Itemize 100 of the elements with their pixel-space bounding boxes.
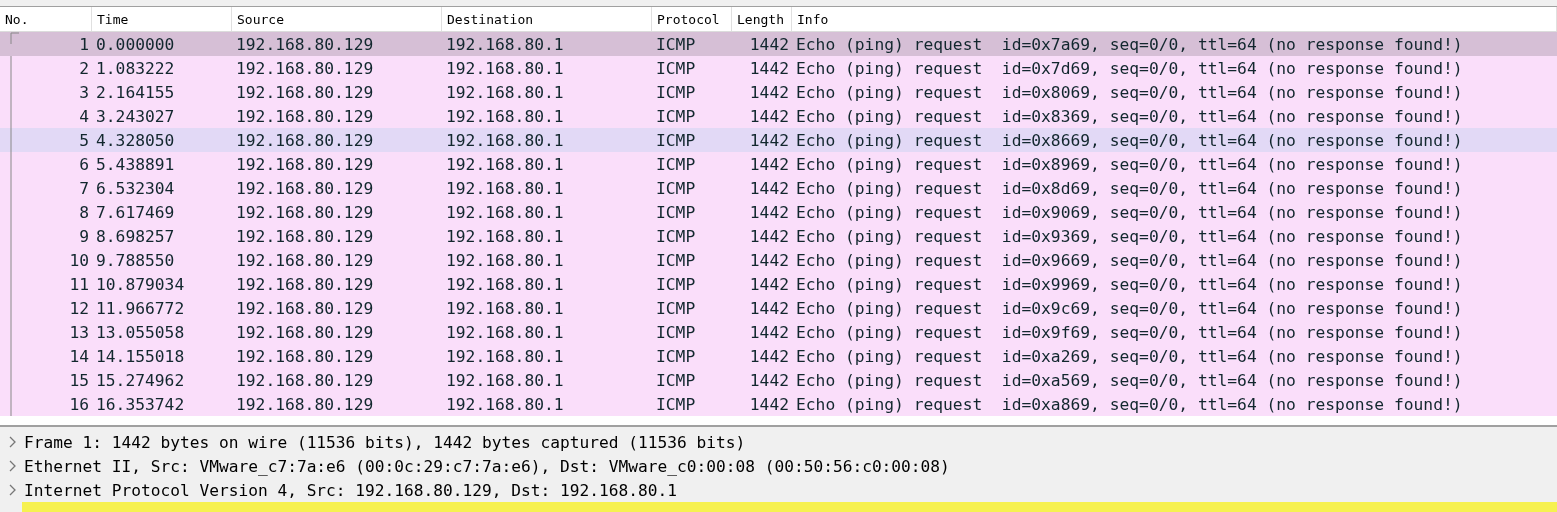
table-cell-text: 192.168.80.129 (235, 153, 375, 176)
table-cell-text: 192.168.80.1 (445, 153, 565, 176)
chevron-right-icon[interactable] (8, 460, 18, 472)
table-cell: 12 (69, 298, 89, 318)
table-cell-text: 192.168.80.1 (445, 345, 565, 368)
table-cell-text: Echo (ping) request id=0xa269, seq=0/0, ttl=64 (no response found!) (795, 345, 1464, 368)
table-cell-text: 1442 (748, 225, 790, 248)
table-cell: 9 (79, 226, 89, 246)
table-cell-text: 192.168.80.129 (235, 249, 375, 272)
column-header[interactable]: Protocol (652, 7, 732, 31)
table-cell-text: Echo (ping) request id=0x8d69, seq=0/0, ttl=64 (no response found!) (795, 177, 1464, 200)
table-cell-text: Echo (ping) request id=0x8069, seq=0/0, ttl=64 (no response found!) (795, 81, 1464, 104)
table-cell-text: 192.168.80.1 (445, 129, 565, 152)
table-cell-text: 5.438891 (95, 153, 176, 176)
table-cell-text: Echo (ping) request id=0x9369, seq=0/0, ttl=64 (no response found!) (795, 225, 1464, 248)
table-cell-text: 9.788550 (95, 249, 176, 272)
table-cell-text: 1442 (748, 393, 790, 416)
table-cell-text: 192.168.80.129 (235, 57, 375, 80)
packet-row[interactable]: 11 10.879034 192.168.80.129 192.168.80.1 ICMP 1442 Echo (ping) request id=0x9969, seq=0/0, ttl=64 (no response found!) (0, 272, 1557, 296)
packet-row[interactable]: 3 2.164155 192.168.80.129 192.168.80.1 ICMP 1442 Echo (ping) request id=0x8069, seq=0/0, ttl=64 (no response found!) (0, 80, 1557, 104)
table-cell: 11 (69, 274, 89, 294)
column-header[interactable]: Destination (442, 7, 652, 31)
table-cell-text: ICMP (655, 201, 697, 224)
table-cell-text: 1442 (748, 297, 790, 320)
table-cell: 13 (69, 322, 89, 342)
table-cell-text: 192.168.80.1 (445, 369, 565, 392)
table-cell-text: Echo (ping) request id=0x9f69, seq=0/0, ttl=64 (no response found!) (795, 321, 1464, 344)
table-cell-text: 192.168.80.129 (235, 369, 375, 392)
packet-row[interactable]: 15 15.274962 192.168.80.129 192.168.80.1 ICMP 1442 Echo (ping) request id=0xa569, seq=0/0, ttl=64 (no response found!) (0, 368, 1557, 392)
packet-row[interactable]: 16 16.353742 192.168.80.129 192.168.80.1 ICMP 1442 Echo (ping) request id=0xa869, seq=0/0, ttl=64 (no response found!) (0, 392, 1557, 416)
table-cell-text: Echo (ping) request id=0x9c69, seq=0/0, ttl=64 (no response found!) (795, 297, 1464, 320)
table-cell-text: 1442 (748, 177, 790, 200)
column-header[interactable]: Source (232, 7, 442, 31)
detail-line[interactable]: Internet Protocol Version 4, Src: 192.168.80.129, Dst: 192.168.80.1 (24, 480, 677, 500)
table-cell-text: ICMP (655, 345, 697, 368)
table-cell-text: 14.155018 (95, 345, 186, 368)
packet-row[interactable]: 2 1.083222 192.168.80.129 192.168.80.1 ICMP 1442 Echo (ping) request id=0x7d69, seq=0/0, ttl=64 (no response found!) (0, 56, 1557, 80)
table-cell-text: 192.168.80.129 (235, 273, 375, 296)
table-cell-text: 2.164155 (95, 81, 176, 104)
column-header[interactable]: Time (92, 7, 232, 31)
table-cell: 14 (69, 346, 89, 366)
tree-line-icon (10, 32, 20, 44)
chevron-right-icon[interactable] (8, 484, 18, 496)
table-cell-text: ICMP (655, 105, 697, 128)
packet-row[interactable]: 6 5.438891 192.168.80.129 192.168.80.1 ICMP 1442 Echo (ping) request id=0x8969, seq=0/0, ttl=64 (no response found!) (0, 152, 1557, 176)
table-cell: 6 (79, 154, 89, 174)
packet-row[interactable]: 9 8.698257 192.168.80.129 192.168.80.1 ICMP 1442 Echo (ping) request id=0x9369, seq=0/0, ttl=64 (no response found!) (0, 224, 1557, 248)
table-cell-text: 192.168.80.1 (445, 225, 565, 248)
table-cell-text: 192.168.80.1 (445, 177, 565, 200)
table-cell-text: ICMP (655, 297, 697, 320)
column-header[interactable]: Length (732, 7, 792, 31)
chevron-right-icon[interactable] (8, 436, 18, 448)
table-cell-text: ICMP (655, 129, 697, 152)
packet-row[interactable]: 7 6.532304 192.168.80.129 192.168.80.1 ICMP 1442 Echo (ping) request id=0x8d69, seq=0/0, ttl=64 (no response found!) (0, 176, 1557, 200)
table-cell-text: 192.168.80.129 (235, 297, 375, 320)
table-cell-text: Echo (ping) request id=0x8969, seq=0/0, ttl=64 (no response found!) (795, 153, 1464, 176)
table-cell: 7 (79, 178, 89, 198)
packet-row[interactable]: 8 7.617469 192.168.80.129 192.168.80.1 ICMP 1442 Echo (ping) request id=0x9069, seq=0/0, ttl=64 (no response found!) (0, 200, 1557, 224)
column-header[interactable]: No. (0, 7, 92, 31)
table-cell-text: 6.532304 (95, 177, 176, 200)
table-cell-text: 192.168.80.129 (235, 345, 375, 368)
packet-row[interactable]: 10 9.788550 192.168.80.129 192.168.80.1 ICMP 1442 Echo (ping) request id=0x9669, seq=0/0, ttl=64 (no response found!) (0, 248, 1557, 272)
table-cell-text: Echo (ping) request id=0x8369, seq=0/0, ttl=64 (no response found!) (795, 105, 1464, 128)
table-cell-text: 1442 (748, 81, 790, 104)
table-cell-text: 8.698257 (95, 225, 176, 248)
table-cell-text: 1.083222 (95, 57, 176, 80)
detail-line[interactable]: Frame 1: 1442 bytes on wire (11536 bits), 1442 bytes captured (11536 bits) (24, 432, 746, 452)
detail-line[interactable]: Ethernet II, Src: VMware_c7:7a:e6 (00:0c:29:c7:7a:e6), Dst: VMware_c0:00:08 (00:50:56:c0:00:08) (24, 456, 950, 476)
table-cell-text: Echo (ping) request id=0x9069, seq=0/0, ttl=64 (no response found!) (795, 201, 1464, 224)
table-cell: 8 (79, 202, 89, 222)
table-cell-text: 192.168.80.1 (445, 249, 565, 272)
table-cell-text: ICMP (655, 393, 697, 416)
table-cell-text: 192.168.80.129 (235, 393, 375, 416)
packet-row[interactable]: 5 4.328050 192.168.80.129 192.168.80.1 ICMP 1442 Echo (ping) request id=0x8669, seq=0/0, ttl=64 (no response found!) (0, 128, 1557, 152)
table-cell-text: ICMP (655, 33, 697, 56)
table-cell-text: 1442 (748, 345, 790, 368)
table-cell-text: 192.168.80.129 (235, 33, 375, 56)
table-cell-text: 16.353742 (95, 393, 186, 416)
table-cell-text: 192.168.80.129 (235, 201, 375, 224)
table-cell-text: 192.168.80.1 (445, 393, 565, 416)
table-cell-text: 1442 (748, 321, 790, 344)
packet-row[interactable]: 14 14.155018 192.168.80.129 192.168.80.1 ICMP 1442 Echo (ping) request id=0xa269, seq=0/0, ttl=64 (no response found!) (0, 344, 1557, 368)
packet-row[interactable]: 4 3.243027 192.168.80.129 192.168.80.1 ICMP 1442 Echo (ping) request id=0x8369, seq=0/0, ttl=64 (no response found!) (0, 104, 1557, 128)
packet-row[interactable]: 13 13.055058 192.168.80.129 192.168.80.1 ICMP 1442 Echo (ping) request id=0x9f69, seq=0/0, ttl=64 (no response found!) (0, 320, 1557, 344)
column-header[interactable]: Info (792, 7, 1557, 31)
table-cell-text: 1442 (748, 369, 790, 392)
packet-row[interactable]: 12 11.966772 192.168.80.129 192.168.80.1 ICMP 1442 Echo (ping) request id=0x9c69, seq=0/0, ttl=64 (no response found!) (0, 296, 1557, 320)
table-cell-text: 192.168.80.129 (235, 105, 375, 128)
table-cell: 4 (79, 106, 89, 126)
table-cell-text: 192.168.80.129 (235, 225, 375, 248)
table-cell-text: ICMP (655, 249, 697, 272)
table-cell-text: 192.168.80.129 (235, 321, 375, 344)
table-cell-text: Echo (ping) request id=0x8669, seq=0/0, ttl=64 (no response found!) (795, 129, 1464, 152)
table-cell-text: 10.879034 (95, 273, 186, 296)
table-cell-text: 192.168.80.1 (445, 321, 565, 344)
table-cell-text: ICMP (655, 225, 697, 248)
table-cell: 10 (69, 250, 89, 270)
table-cell-text: 7.617469 (95, 201, 176, 224)
packet-row[interactable]: 1 0.000000 192.168.80.129 192.168.80.1 ICMP 1442 Echo (ping) request id=0x7a69, seq=0/0, ttl=64 (no response found!) (0, 32, 1557, 56)
table-cell: 16 (69, 394, 89, 414)
